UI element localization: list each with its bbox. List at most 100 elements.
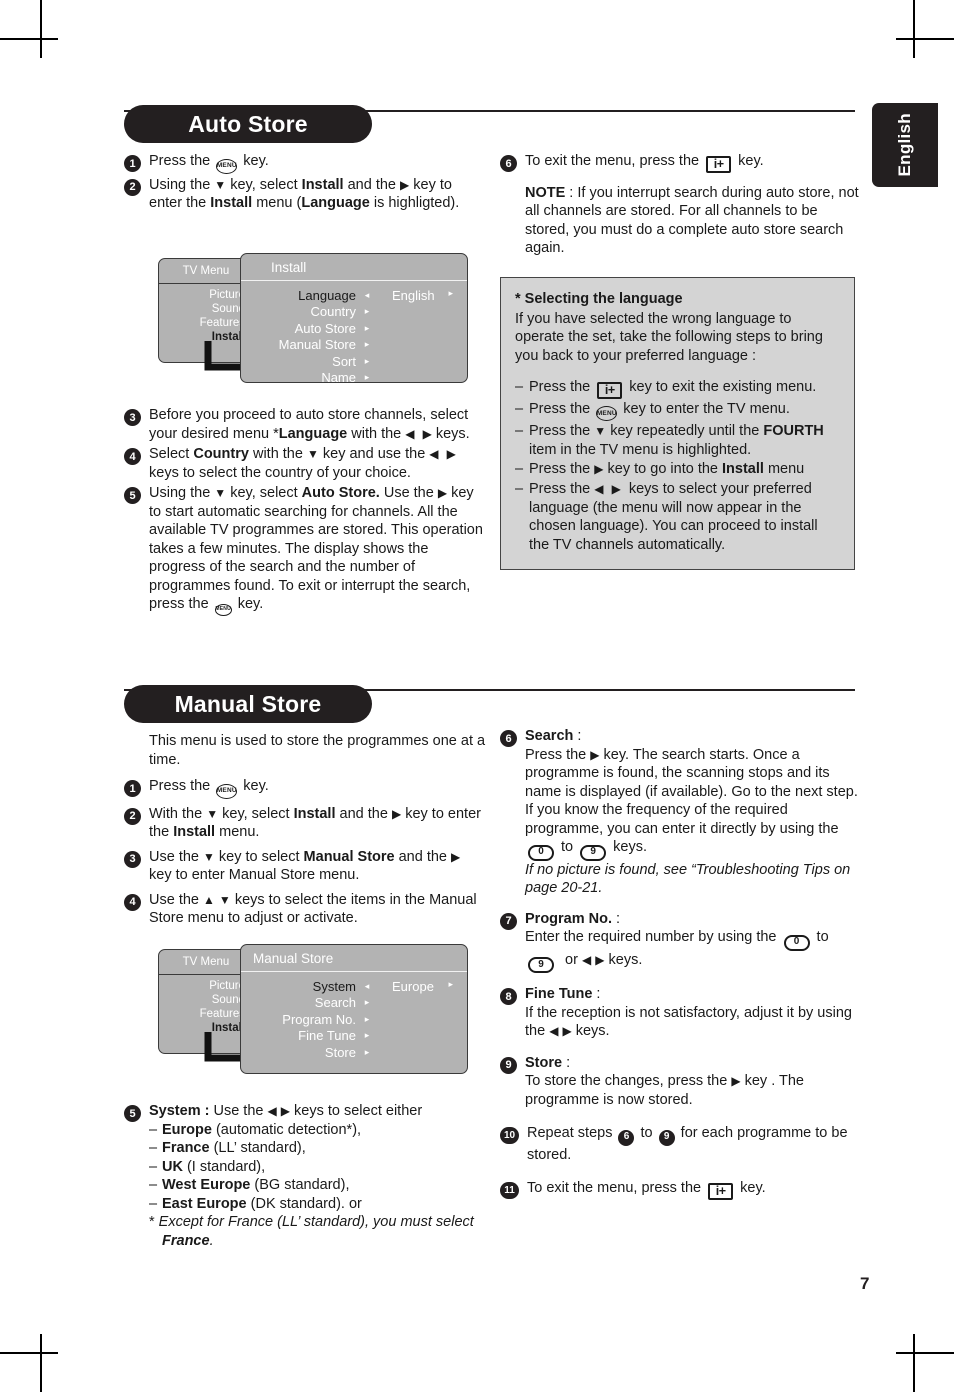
auto-store-note: NOTE : If you interrupt search during au… bbox=[525, 184, 862, 258]
step-item: 10 Repeat steps 6 to 9 for each programm… bbox=[500, 1124, 862, 1164]
osd-right-arrow-icon: ▸ bbox=[448, 287, 453, 298]
crop-mark-bottom-left-h bbox=[0, 1352, 58, 1354]
osd-submenu-arrow-icon: ▸ bbox=[364, 355, 370, 366]
note-list-text: Press the MENU key to enter the TV menu. bbox=[529, 400, 790, 422]
note-box-title: * Selecting the language bbox=[515, 291, 683, 307]
note-list-item: – Press the ▼ key repeatedly until the FO… bbox=[515, 422, 840, 459]
system-option-text: Europe (automatic detection*), bbox=[162, 1121, 362, 1138]
step-item: 5 System : Use the ◀ ▶ keys to select ei… bbox=[124, 1102, 486, 1250]
osd-row-search: Search ▸ bbox=[241, 995, 467, 1012]
system-footnote: * Except for France (LL’ standard), you … bbox=[149, 1214, 474, 1249]
osd-row-manual-store: Manual Store ▸ bbox=[241, 337, 467, 354]
osd-submenu-arrow-icon: ▸ bbox=[364, 1046, 370, 1057]
manual-store-title: Manual Store bbox=[174, 690, 322, 717]
osd-menu-item-picture: Picture bbox=[209, 289, 245, 301]
osd-submenu-arrow-icon: ▸ bbox=[364, 997, 370, 1008]
crop-mark-bottom-left-v bbox=[40, 1334, 42, 1392]
dash-icon: – bbox=[515, 461, 524, 478]
auto-store-left-column-2: 3 Before you proceed to auto store chann… bbox=[124, 406, 486, 618]
step-item: 7 Program No. : Enter the required number… bbox=[500, 910, 862, 974]
osd-row-program-no: Program No. ▸ bbox=[241, 1011, 467, 1028]
osd-submenu-arrow-icon: ▸ bbox=[364, 322, 370, 333]
step-item: 6 Search : Press the ▶ key. The search st… bbox=[500, 727, 862, 898]
dash-icon: – bbox=[515, 423, 524, 440]
osd-submenu-arrow-icon: ▸ bbox=[364, 1030, 370, 1041]
step-item: 3 Use the ▼ key to select Manual Store a… bbox=[124, 848, 486, 885]
osd-manual-store-rows: System ◂ Europe ▸ Search ▸ Program No. ▸ … bbox=[241, 972, 467, 1061]
dash-icon: – bbox=[515, 480, 524, 497]
note-list-item: – Press the ▶ key to go into the Install … bbox=[515, 460, 840, 479]
step-item: 8 Fine Tune : If the reception is not sat… bbox=[500, 985, 862, 1041]
osd-manual-store-menu: TV Menu Picture Sound Features Install M… bbox=[148, 944, 468, 1084]
note-list-item: – Press the MENU key to enter the TV menu… bbox=[515, 400, 840, 422]
dash-icon: – bbox=[149, 1195, 158, 1212]
step-text: Using the ▼ key, select Auto Store. Use … bbox=[149, 484, 486, 616]
osd-row-store: Store ▸ bbox=[241, 1044, 467, 1061]
step-bullet: 6 bbox=[500, 730, 517, 747]
osd-row-system: System ◂ Europe ▸ bbox=[241, 978, 467, 995]
osd-tv-menu-title: TV Menu bbox=[159, 950, 253, 975]
osd-row-label: Program No. bbox=[282, 1011, 356, 1027]
crop-mark-top-right-v bbox=[913, 0, 915, 58]
step-text: Before you proceed to auto store channel… bbox=[149, 407, 470, 442]
osd-install-rows: Language ◂ English ▸ Country ▸ Auto Store… bbox=[241, 281, 467, 386]
step-text: Use the ▼ key to select Manual Store and… bbox=[149, 848, 461, 884]
step-text: Repeat steps 6 to 9 for each programme t… bbox=[527, 1125, 848, 1163]
note-box-intro: If you have selected the wrong language … bbox=[515, 310, 823, 364]
step-bullet: 2 bbox=[124, 807, 141, 825]
system-option-text: East Europe (DK standard). or bbox=[162, 1195, 362, 1212]
osd-submenu-arrow-icon: ▸ bbox=[364, 1013, 370, 1024]
note-box-spacer bbox=[515, 365, 840, 378]
system-option: – Europe (automatic detection*), bbox=[149, 1121, 486, 1140]
step-bullet: 4 bbox=[124, 893, 141, 911]
osd-row-country: Country ▸ bbox=[241, 304, 467, 321]
step-text: Store : To store the changes, press the ▶… bbox=[525, 1054, 804, 1108]
dash-icon: – bbox=[515, 379, 524, 396]
osd-submenu-arrow-icon: ▸ bbox=[364, 339, 370, 350]
osd-row-value: English ▸ bbox=[378, 288, 467, 303]
step-text: Search : Press the ▶ key. The search star… bbox=[525, 728, 858, 897]
auto-store-right-column: 6 To exit the menu, press the i+ key. NO… bbox=[500, 152, 862, 258]
step-text: Press the MENU key. bbox=[149, 152, 486, 174]
crop-mark-top-left-v bbox=[40, 0, 42, 58]
system-lead: System : Use the ◀ ▶ keys to select eith… bbox=[149, 1103, 423, 1119]
osd-row-label: Name bbox=[321, 370, 356, 386]
osd-row-label: Sort bbox=[332, 353, 356, 369]
osd-tv-menu-title: TV Menu bbox=[159, 259, 253, 284]
osd-row-label: Country bbox=[310, 304, 356, 320]
step-item: 2 Using the ▼ key, select Install and th… bbox=[124, 176, 486, 213]
osd-tv-menu-items: Picture Sound Features Install bbox=[159, 975, 253, 1035]
page-number: 7 bbox=[860, 1274, 870, 1293]
osd-left-arrow-icon: ◂ bbox=[364, 289, 370, 300]
step-bullet: 1 bbox=[124, 780, 141, 798]
step-item: 3 Before you proceed to auto store chann… bbox=[124, 406, 486, 443]
osd-menu-item-sound: Sound bbox=[211, 303, 245, 316]
osd-right-arrow-icon: ▸ bbox=[448, 978, 453, 989]
auto-store-title: Auto Store bbox=[188, 110, 308, 137]
note-list-item: – Press the ◀ ▶ keys to select your prefe… bbox=[515, 480, 840, 554]
language-tab: English bbox=[872, 103, 938, 187]
step-bullet: 6 bbox=[500, 155, 517, 172]
manual-store-header: Manual Store bbox=[124, 685, 372, 723]
dash-icon: – bbox=[149, 1158, 158, 1175]
osd-row-label: System bbox=[312, 978, 356, 994]
dash-icon: – bbox=[149, 1121, 158, 1138]
crop-mark-bottom-right-h bbox=[896, 1352, 954, 1354]
osd-row-value-text: English bbox=[392, 287, 435, 303]
osd-row-label: Manual Store bbox=[278, 337, 356, 353]
step-text: To exit the menu, press the i+ key. bbox=[527, 1180, 766, 1200]
step-text: Fine Tune : If the reception is not satis… bbox=[525, 986, 852, 1040]
step-item: 4 Select Country with the ▼ key and use … bbox=[124, 445, 486, 482]
osd-install-panel: Install Language ◂ English ▸ Country ▸ Au… bbox=[240, 253, 468, 386]
osd-submenu-arrow-icon: ▸ bbox=[364, 306, 370, 317]
auto-store-left-column: 1 Press the MENU key. 2 Using the ▼ key,… bbox=[124, 152, 486, 215]
system-option: – West Europe (BG standard), bbox=[149, 1176, 486, 1195]
osd-row-label: Language bbox=[298, 287, 356, 303]
crop-mark-bottom-right-v bbox=[913, 1334, 915, 1392]
step-bullet: 11 bbox=[500, 1182, 519, 1200]
step-text: System : Use the ◀ ▶ keys to select eith… bbox=[149, 1102, 486, 1250]
step-text: With the ▼ key, select Install and the ▶… bbox=[149, 805, 481, 841]
manual-store-left-column: This menu is used to store the programme… bbox=[124, 732, 486, 930]
note-text: : If you interrupt search during auto st… bbox=[525, 184, 859, 257]
step-text: Press the MENU key. bbox=[149, 777, 486, 799]
